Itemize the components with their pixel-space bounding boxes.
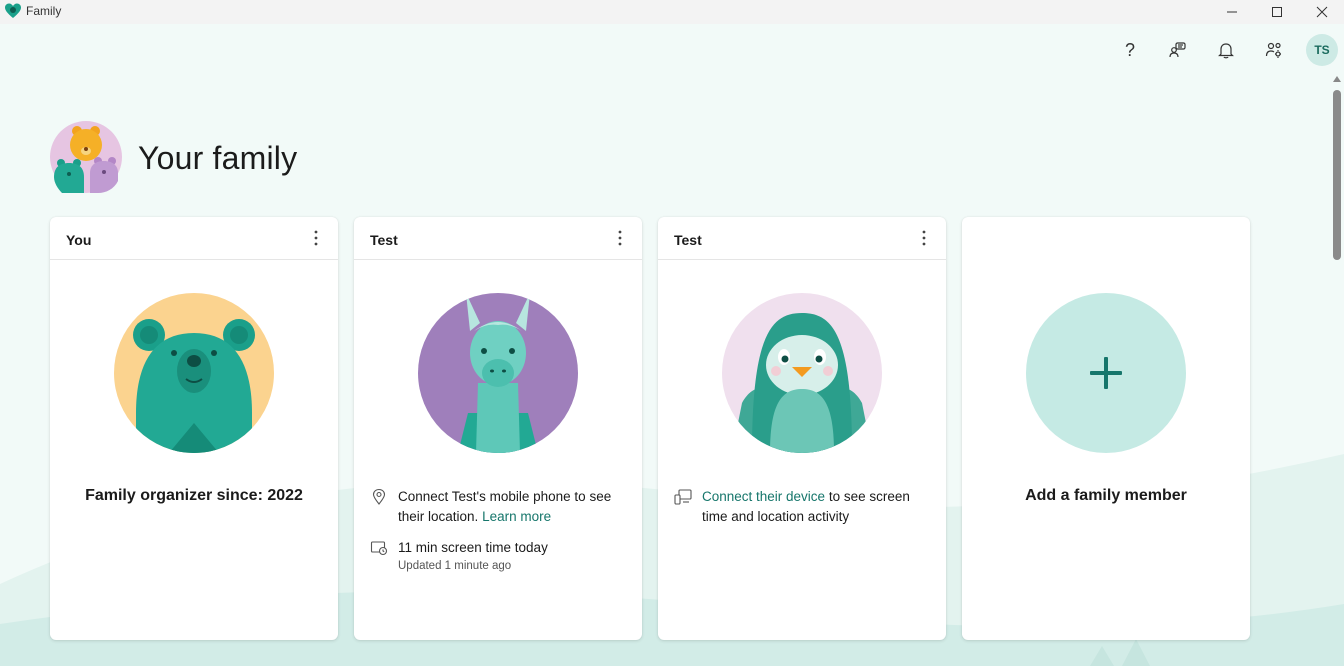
bell-icon: [1218, 43, 1234, 59]
devices-icon: [674, 489, 692, 505]
more-vertical-icon: [618, 230, 622, 246]
member-name: Test: [674, 232, 702, 248]
more-vertical-icon: [314, 230, 318, 246]
learn-more-link[interactable]: Learn more: [482, 509, 551, 524]
card-header: Test: [658, 217, 946, 260]
screen-time-text: 11 min screen time today: [398, 540, 548, 555]
help-button[interactable]: ?: [1114, 34, 1146, 66]
bear-avatar: [114, 293, 274, 453]
member-card-you[interactable]: You Family organizer since: 2022: [50, 217, 338, 640]
screen-time-icon: [370, 541, 388, 556]
add-member-card[interactable]: Add a family member: [962, 217, 1250, 640]
minimize-icon: [1227, 11, 1237, 13]
scrollbar[interactable]: [1330, 76, 1344, 666]
member-card-test-penguin[interactable]: Test Connect their device to see screen …: [658, 217, 946, 640]
member-name: Test: [370, 232, 398, 248]
close-icon: [1316, 6, 1328, 18]
more-options-button[interactable]: [306, 228, 326, 248]
page-title: Your family: [138, 140, 298, 176]
card-header: You: [50, 217, 338, 260]
add-member-button[interactable]: [1026, 293, 1186, 453]
device-info: Connect their device to see screen time …: [674, 487, 934, 527]
llama-avatar: [418, 293, 578, 453]
chat-people-icon: [1169, 42, 1186, 58]
help-icon: ?: [1124, 39, 1135, 60]
screen-time-info: 11 min screen time today Updated 1 minut…: [370, 538, 630, 574]
scroll-up-arrow-icon[interactable]: [1333, 76, 1341, 82]
scroll-thumb[interactable]: [1333, 90, 1341, 260]
add-member-caption[interactable]: Add a family member: [962, 487, 1250, 505]
close-button[interactable]: [1299, 0, 1344, 24]
people-settings-icon: [1265, 42, 1281, 58]
member-name: You: [66, 232, 92, 248]
title-bar: Family: [0, 0, 1344, 24]
connect-device-link[interactable]: Connect their device: [702, 489, 825, 504]
location-pin-icon: [372, 488, 386, 505]
location-info: Connect Test's mobile phone to see their…: [370, 487, 630, 527]
member-card-test-llama[interactable]: Test Connect Test's mobile phone to see …: [354, 217, 642, 640]
updated-text: Updated 1 minute ago: [398, 560, 512, 572]
more-options-button[interactable]: [914, 228, 934, 248]
account-avatar[interactable]: TS: [1306, 34, 1338, 66]
more-vertical-icon: [922, 230, 926, 246]
window-title: Family: [26, 4, 62, 18]
more-options-button[interactable]: [610, 228, 630, 248]
notifications-button[interactable]: [1210, 34, 1242, 66]
maximize-icon: [1272, 7, 1282, 17]
card-header: Test: [354, 217, 642, 260]
organizer-caption: Family organizer since: 2022: [85, 487, 303, 504]
family-group-avatar: [50, 121, 122, 193]
maximize-button[interactable]: [1254, 0, 1300, 24]
penguin-avatar: [722, 293, 882, 453]
family-settings-button[interactable]: [1258, 34, 1290, 66]
family-logo-icon: [5, 3, 21, 18]
feedback-button[interactable]: [1162, 34, 1194, 66]
minimize-button[interactable]: [1209, 0, 1255, 24]
